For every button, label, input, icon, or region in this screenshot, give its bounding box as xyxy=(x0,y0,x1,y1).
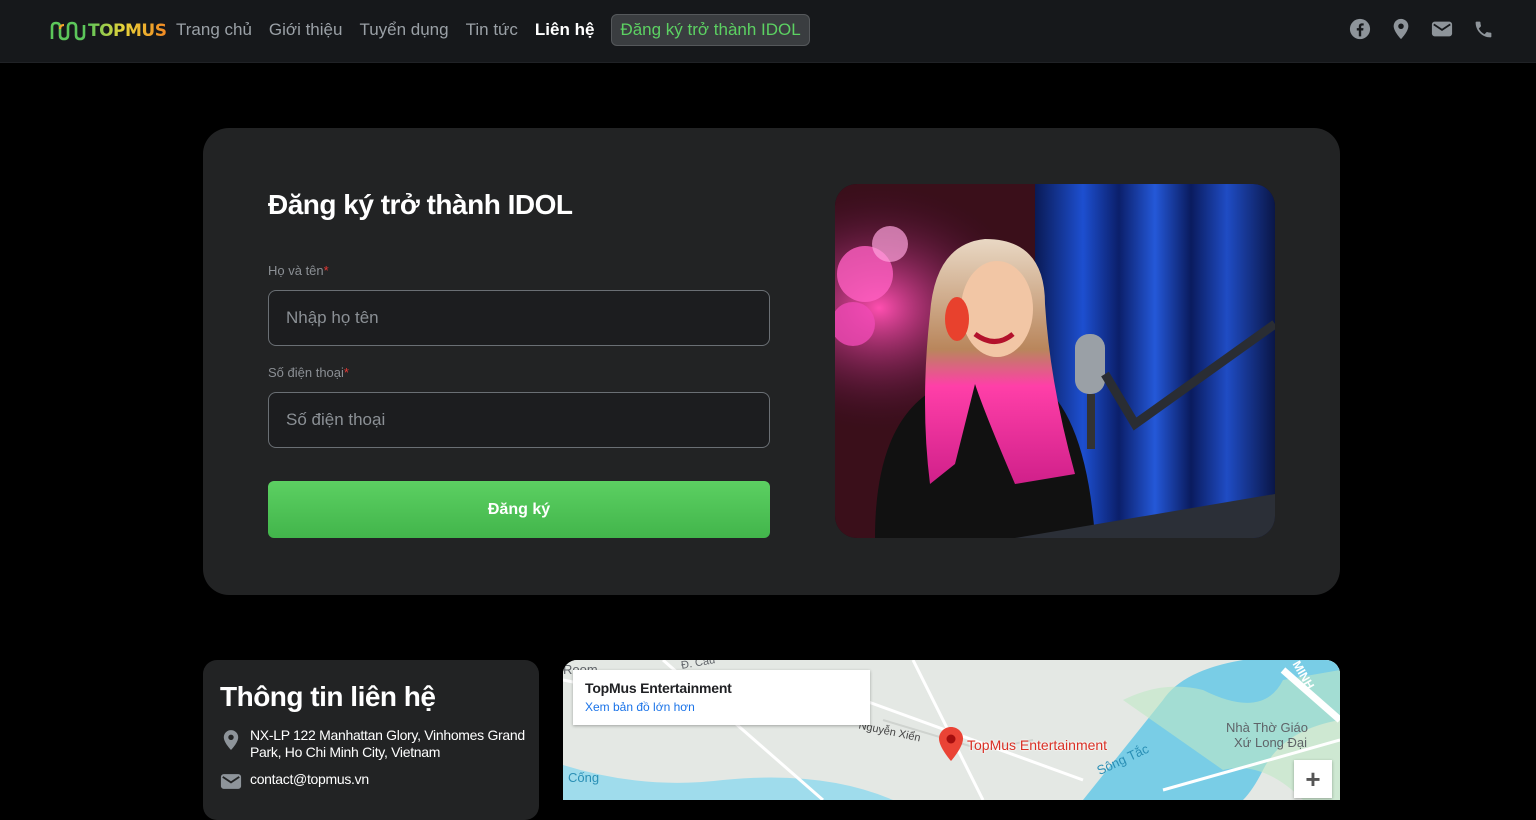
nav-contact[interactable]: Liên hệ xyxy=(535,20,595,40)
map-pin-icon xyxy=(939,727,963,761)
phone-input[interactable] xyxy=(268,392,770,448)
register-idol-button[interactable]: Đăng ký trở thành IDOL xyxy=(611,14,810,46)
map-place-name: TopMus Entertainment xyxy=(585,680,732,696)
logo-text: TOPMUS xyxy=(88,21,167,41)
form-title: Đăng ký trở thành IDOL xyxy=(268,189,573,220)
address-row: NX-LP 122 Manhattan Glory, Vinhomes Gran… xyxy=(220,727,530,761)
nav-home[interactable]: Trang chủ xyxy=(176,20,252,40)
location-pin-icon xyxy=(220,727,242,761)
mail-icon xyxy=(220,771,242,790)
location-pin-icon[interactable] xyxy=(1390,18,1412,40)
embedded-map[interactable]: Room Đ. Cầu Nguyễn Xiển Cống Sông Tắc Nh… xyxy=(563,660,1340,800)
name-label: Họ và tên* xyxy=(268,263,329,278)
phone-icon[interactable] xyxy=(1472,18,1494,40)
nav-news[interactable]: Tin tức xyxy=(466,20,518,40)
social-links xyxy=(1349,18,1494,40)
facebook-icon[interactable] xyxy=(1349,18,1371,40)
required-mark: * xyxy=(323,263,329,278)
map-marker[interactable]: TopMus Entertainment xyxy=(938,726,1107,762)
map-marker-label: TopMus Entertainment xyxy=(967,737,1108,753)
top-navigation-bar: TOPMUS Trang chủ Giới thiệu Tuyển dụng T… xyxy=(0,0,1536,63)
contact-info-card: Thông tin liên hệ NX-LP 122 Manhattan Gl… xyxy=(203,660,539,820)
nav-careers[interactable]: Tuyển dụng xyxy=(359,20,448,40)
map-info-box: TopMus Entertainment Xem bản đồ lớn hơn xyxy=(573,670,870,725)
mail-icon[interactable] xyxy=(1431,18,1453,40)
map-label-cong: Cống xyxy=(568,770,600,785)
email-row: contact@topmus.vn xyxy=(220,771,369,790)
name-input[interactable] xyxy=(268,290,770,346)
map-label-church: Nhà Thờ Giáo xyxy=(1226,720,1308,735)
address-text: NX-LP 122 Manhattan Glory, Vinhomes Gran… xyxy=(250,727,525,760)
contact-title: Thông tin liên hệ xyxy=(220,681,436,712)
nav-about[interactable]: Giới thiệu xyxy=(269,20,343,40)
main-nav: Trang chủ Giới thiệu Tuyển dụng Tin tức … xyxy=(176,0,827,60)
email-link[interactable]: contact@topmus.vn xyxy=(250,771,369,790)
idol-photo xyxy=(835,184,1275,538)
submit-button[interactable]: Đăng ký xyxy=(268,481,770,538)
logo-mark-icon xyxy=(50,21,86,41)
view-larger-map-link[interactable]: Xem bản đồ lớn hơn xyxy=(585,700,858,714)
required-mark: * xyxy=(343,365,349,380)
map-zoom-in-button[interactable]: + xyxy=(1294,760,1332,798)
logo[interactable]: TOPMUS xyxy=(50,19,167,43)
phone-label: Số điện thoại* xyxy=(268,365,349,380)
map-label-church-2: Xứ Long Đại xyxy=(1234,735,1308,750)
registration-card: Đăng ký trở thành IDOL Họ và tên* Số điệ… xyxy=(203,128,1340,595)
